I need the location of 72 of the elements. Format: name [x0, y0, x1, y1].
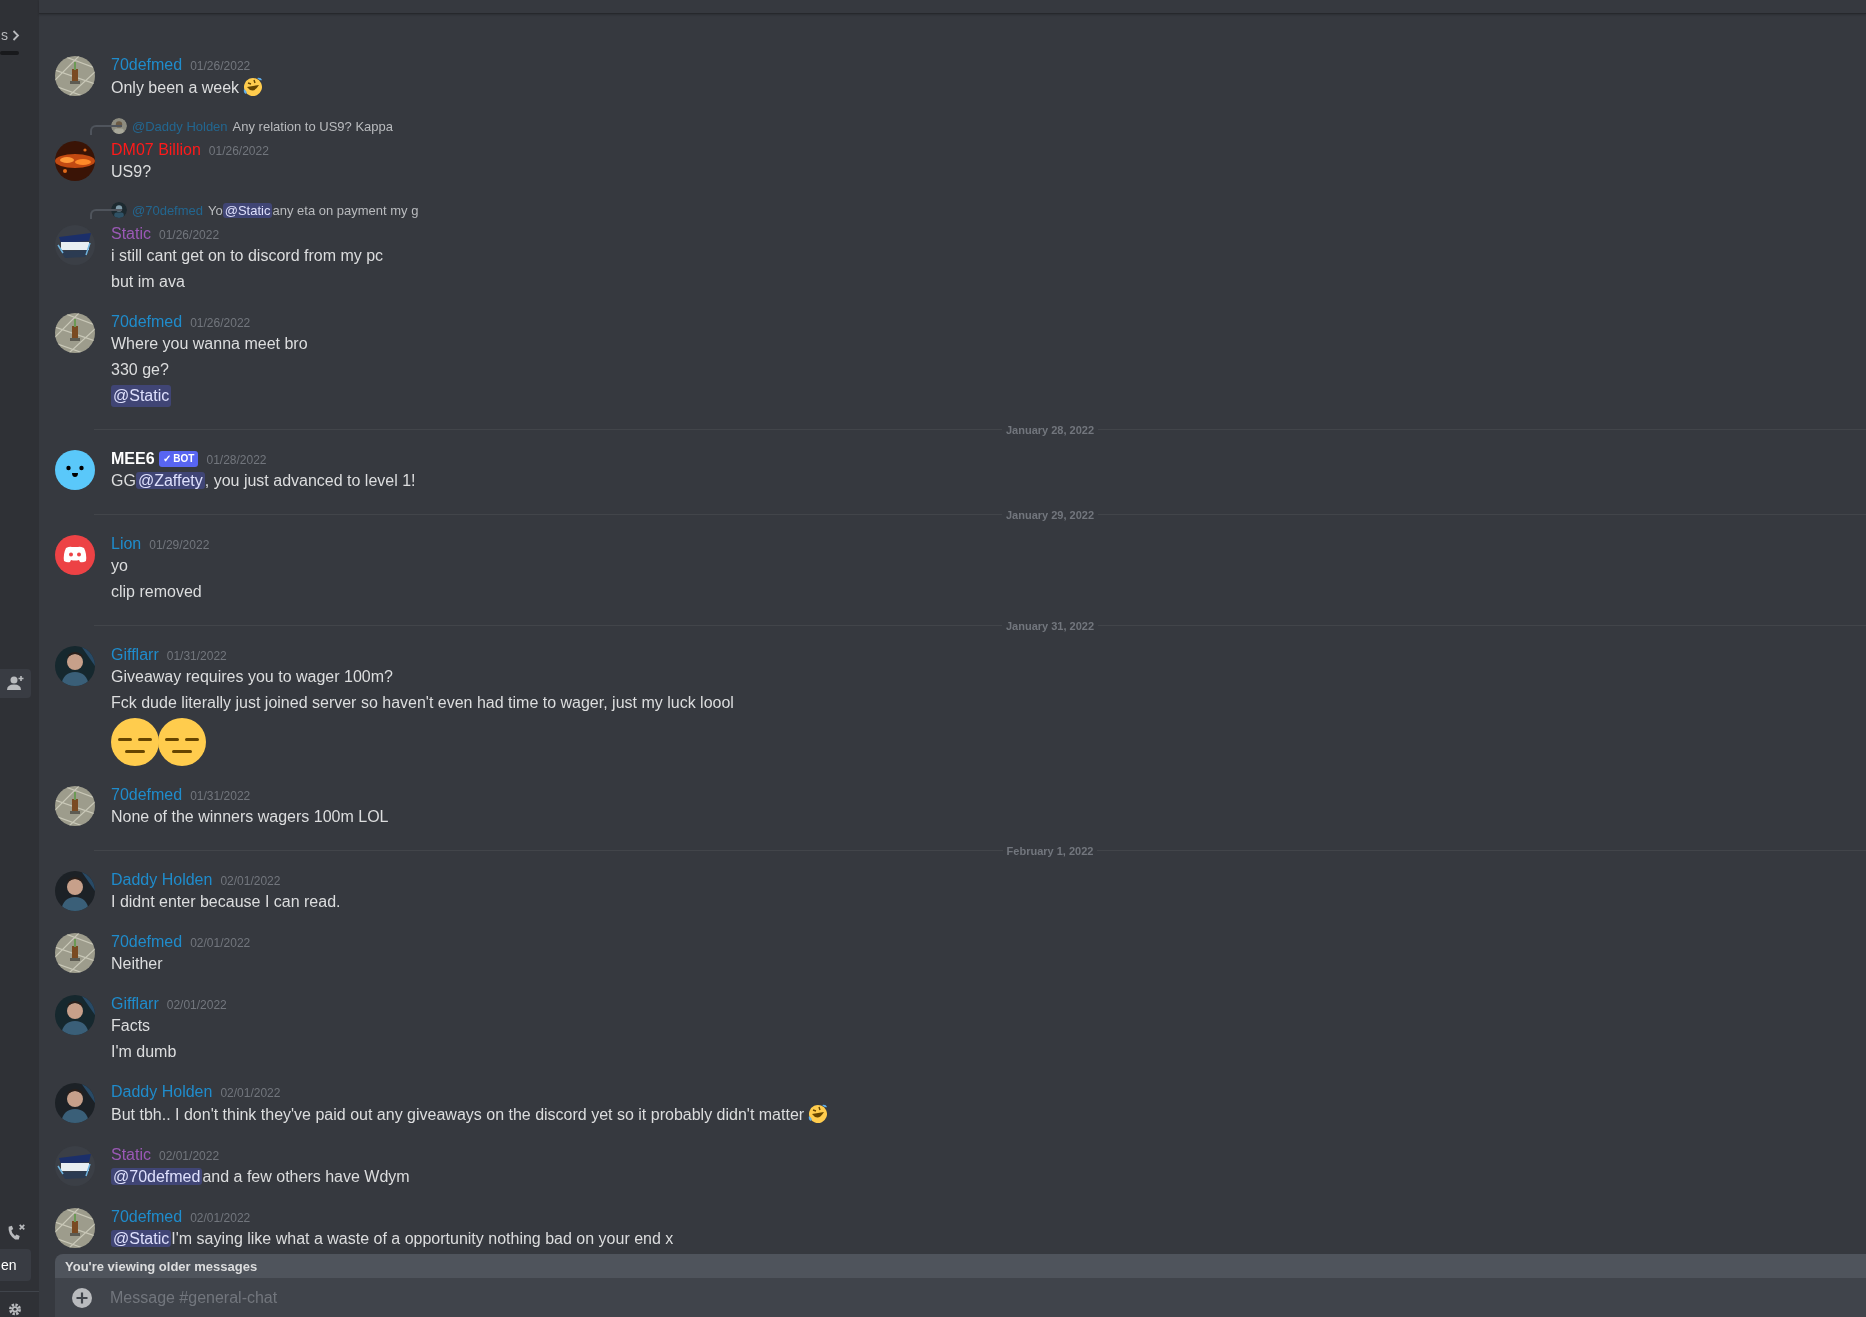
- timestamp: 02/01/2022: [190, 935, 251, 952]
- reply-text[interactable]: Any relation to US9? Kappa: [232, 118, 394, 134]
- timestamp: 01/26/2022: [159, 227, 220, 244]
- mention[interactable]: @Zaffety: [135, 472, 205, 489]
- mention[interactable]: @Static: [111, 385, 172, 407]
- username[interactable]: 70defmed: [111, 54, 183, 76]
- message-text: Only been a week: [111, 76, 265, 99]
- timestamp: 02/01/2022: [190, 1210, 251, 1227]
- older-messages-bar[interactable]: You're viewing older messages: [55, 1254, 1866, 1278]
- username[interactable]: DM07 Billion: [111, 139, 201, 161]
- username[interactable]: 70defmed: [111, 1206, 183, 1228]
- timestamp: 02/01/2022: [220, 873, 281, 890]
- message-text: yo: [111, 556, 129, 576]
- message-text: Facts: [111, 1016, 152, 1036]
- controller-avatar-icon: [55, 535, 95, 575]
- message-text: I'm dumb: [111, 1042, 178, 1062]
- bot-tag: ✓ BOT: [158, 451, 199, 467]
- username[interactable]: Daddy Holden: [111, 869, 213, 891]
- settings-icon[interactable]: [7, 1302, 23, 1317]
- timestamp: 02/01/2022: [166, 997, 227, 1014]
- message-text: Where you wanna meet bro: [111, 334, 308, 354]
- message-text: 330 ge?: [111, 360, 170, 380]
- add-friend-button[interactable]: [0, 668, 31, 699]
- username[interactable]: Lion: [111, 533, 142, 555]
- timestamp: 01/28/2022: [206, 452, 267, 469]
- message-text: clip removed: [111, 582, 203, 602]
- message-text: None of the winners wagers 100m LOL: [111, 807, 389, 827]
- message-text: @StaticI'm saying like what a waste of a opportunity nothing bad on your end x: [111, 1229, 674, 1249]
- mention[interactable]: @70defmed: [111, 1168, 203, 1185]
- sidebar-heading[interactable]: s: [1, 27, 8, 43]
- username[interactable]: Static: [111, 223, 151, 245]
- username[interactable]: 70defmed: [111, 931, 183, 953]
- username[interactable]: 70defmed: [111, 311, 183, 333]
- username[interactable]: 70defmed: [111, 784, 183, 806]
- timestamp: 01/31/2022: [190, 788, 251, 805]
- username[interactable]: Static: [111, 1144, 151, 1166]
- message-text: US9?: [111, 162, 153, 182]
- sidebar-item[interactable]: en: [0, 1249, 31, 1282]
- username[interactable]: Gifflarr: [111, 993, 159, 1015]
- message-text: @70defmedand a few others have Wdym: [111, 1167, 410, 1187]
- username[interactable]: MEE6: [111, 448, 155, 470]
- timestamp: 01/29/2022: [149, 537, 210, 554]
- timestamp: 02/01/2022: [220, 1085, 281, 1102]
- timestamp: 01/31/2022: [166, 648, 227, 665]
- mention[interactable]: @Static: [111, 1230, 172, 1247]
- message-text: Neither: [111, 954, 164, 974]
- laughing-emoji-icon: [242, 76, 265, 98]
- message-text: I didnt enter because I can read.: [111, 892, 341, 912]
- laughing-emoji-icon: [807, 1103, 830, 1125]
- message-text: i still cant get on to discord from my pc: [111, 246, 384, 266]
- username[interactable]: Daddy Holden: [111, 1081, 213, 1103]
- message-text: Fck dude literally just joined server so haven't even had time to wager, just my luck loool: [111, 693, 734, 713]
- timestamp: 01/26/2022: [190, 315, 251, 332]
- reply-text[interactable]: Yo@Static any eta on payment my g: [208, 202, 419, 218]
- reply-author[interactable]: @Daddy Holden: [132, 118, 228, 134]
- timestamp: 02/01/2022: [159, 1148, 220, 1165]
- message-text: but im ava: [111, 272, 186, 292]
- timestamp: 01/26/2022: [208, 143, 269, 160]
- message-text: But tbh.. I don't think they've paid out any giveaways on the discord yet so it probably didn't matter: [111, 1103, 830, 1126]
- older-messages-text: You're viewing older messages: [65, 1258, 258, 1274]
- expressionless-emoji-icon: [158, 718, 206, 766]
- username[interactable]: Gifflarr: [111, 644, 159, 666]
- reply-author[interactable]: @70defmed: [132, 202, 204, 218]
- mention[interactable]: @Static: [222, 202, 273, 218]
- timestamp: 01/26/2022: [190, 58, 251, 75]
- message-text: Giveaway requires you to wager 100m?: [111, 667, 394, 687]
- bot-avatar-icon: [55, 450, 95, 490]
- add-icon[interactable]: [71, 1287, 93, 1309]
- expressionless-emoji-icon: [111, 718, 159, 766]
- add-person-icon: [6, 675, 25, 692]
- message-text: GG@Zaffety, you just advanced to level 1!: [111, 471, 416, 491]
- chevron-icon: [12, 29, 20, 41]
